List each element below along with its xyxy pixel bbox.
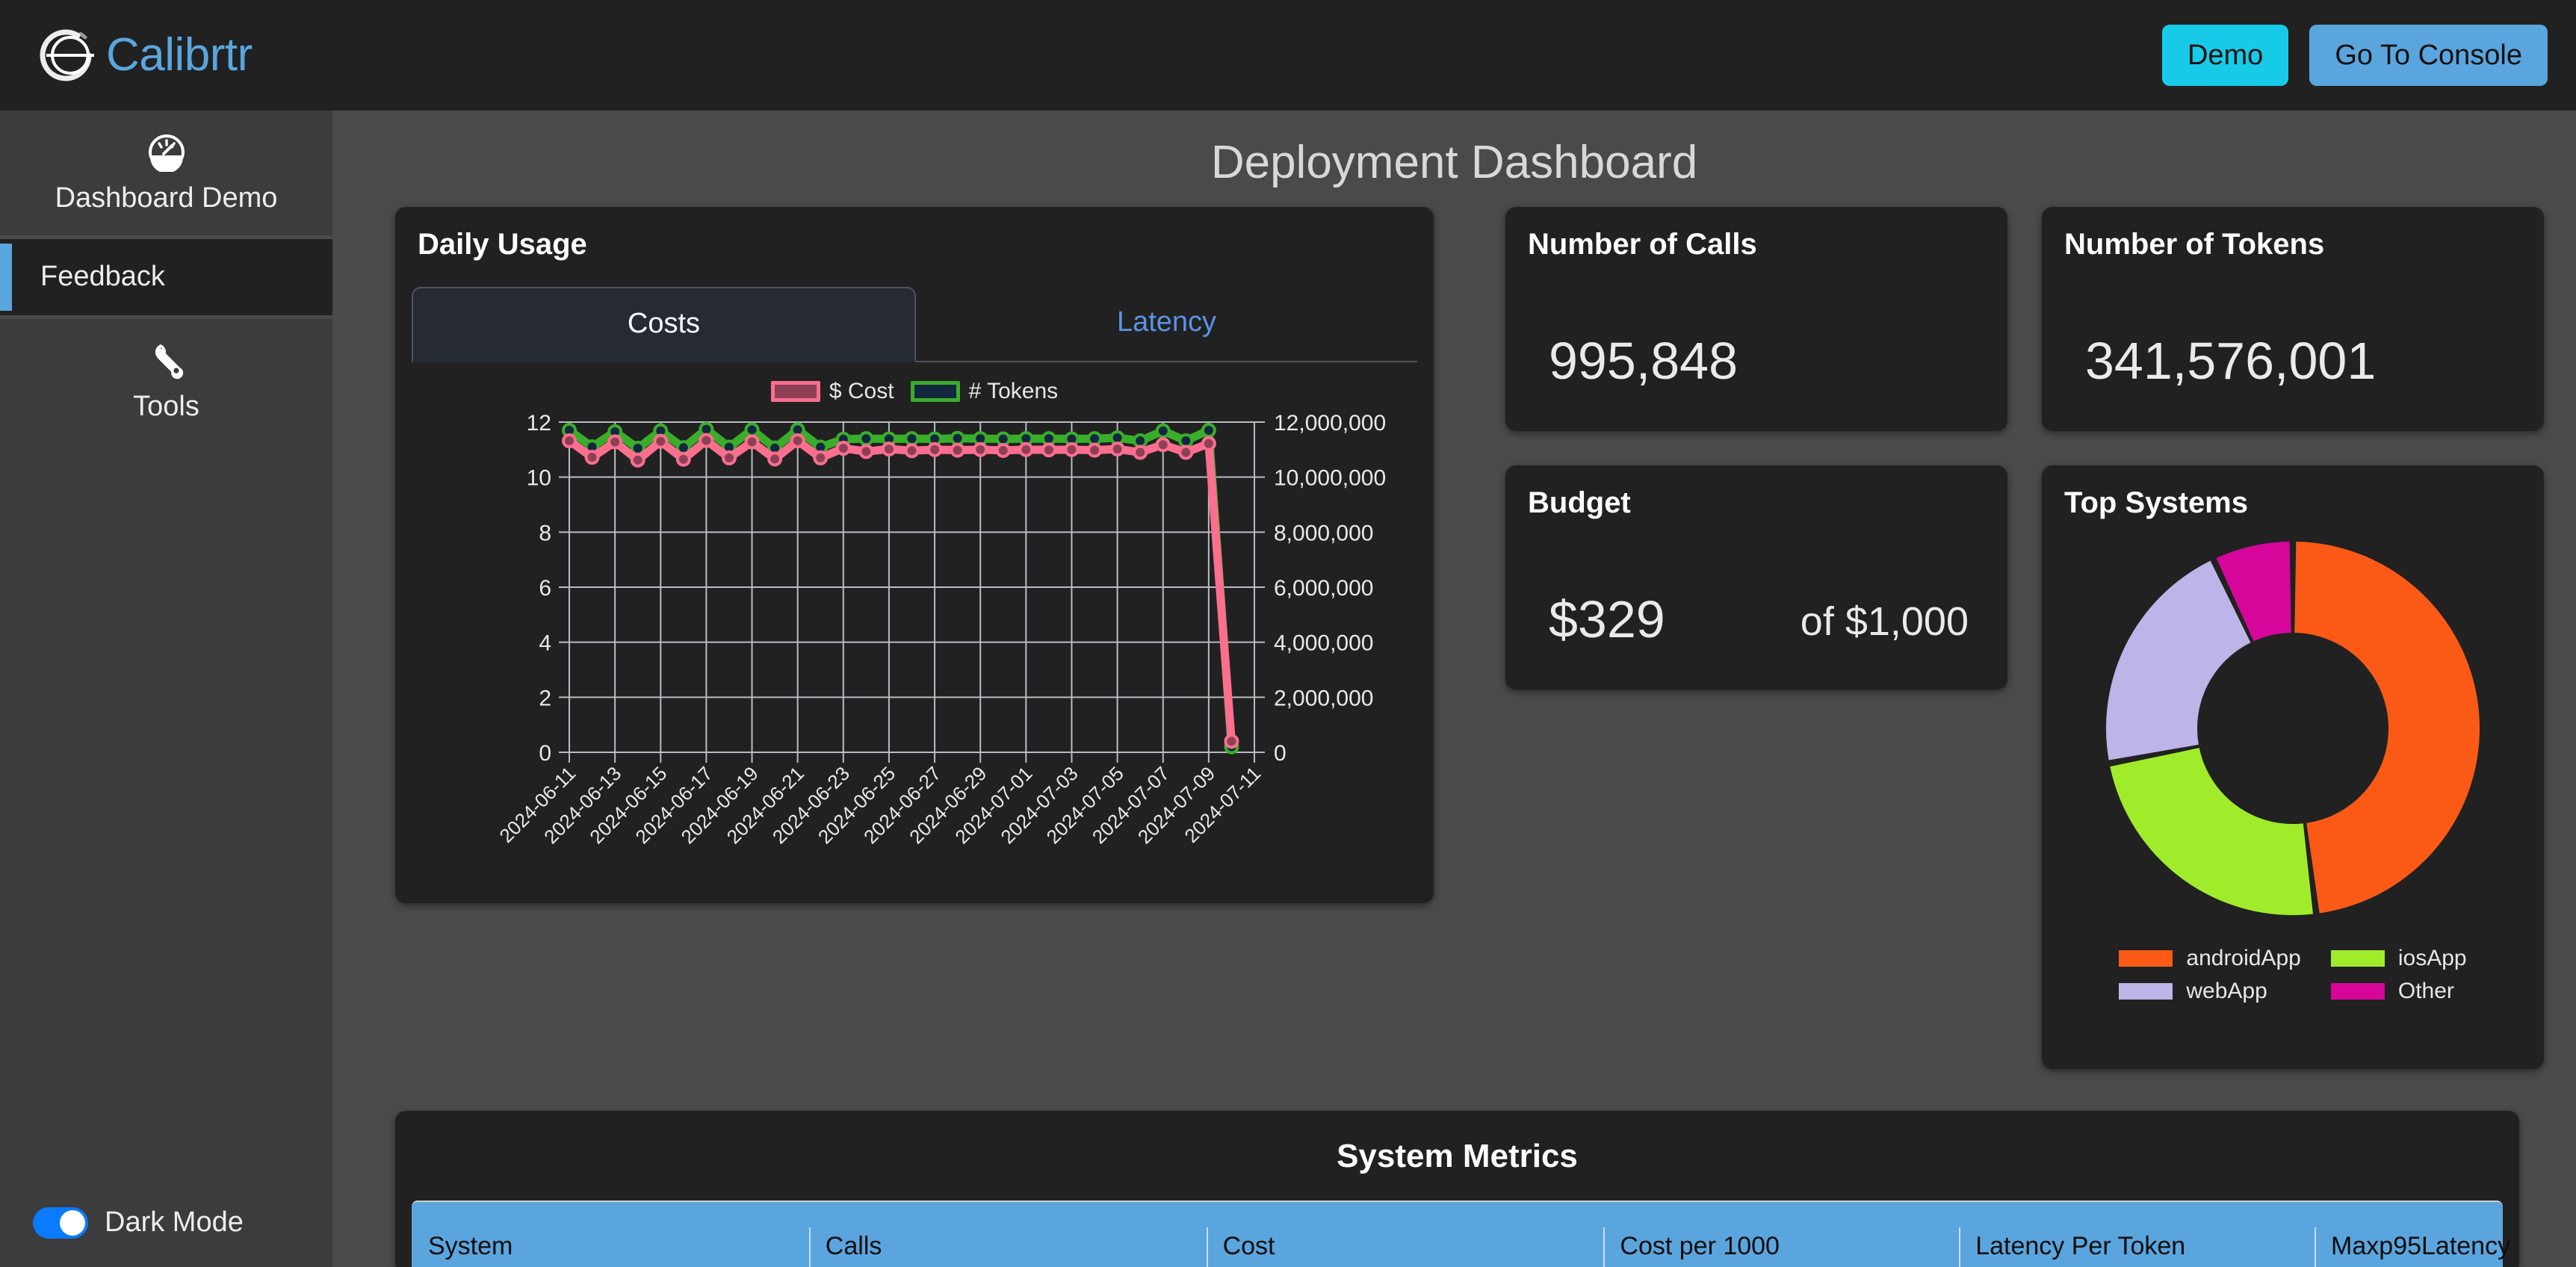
svg-text:10,000,000: 10,000,000 — [1274, 466, 1386, 491]
chart-legend: $ Cost # Tokens — [395, 379, 1434, 404]
sidebar-item-tools[interactable]: Tools — [0, 318, 332, 444]
number-of-tokens-card: Number of Tokens 341,576,001 — [2042, 207, 2544, 431]
donut-slice-iosApp[interactable] — [2110, 748, 2313, 915]
svg-text:0: 0 — [539, 741, 551, 766]
stats-column-left: Number of Calls 995,848 Budget $329 of $… — [1505, 207, 2007, 690]
svg-text:6: 6 — [539, 576, 551, 601]
budget-card: Budget $329 of $1,000 — [1505, 465, 2007, 690]
table-column-header[interactable]: Calls — [808, 1202, 1207, 1267]
svg-text:10: 10 — [527, 466, 551, 491]
legend-item-cost[interactable]: $ Cost — [770, 379, 894, 404]
app-root: Calibrtr Demo Go To Console Dashboard De… — [0, 0, 2576, 1267]
sidebar-item-feedback[interactable]: Feedback — [0, 238, 332, 315]
donut-legend-swatch — [2119, 983, 2173, 1000]
system-metrics-card: System Metrics System Calls Cost Cost per 1… — [395, 1111, 2519, 1267]
svg-text:2,000,000: 2,000,000 — [1274, 686, 1373, 710]
toggle-switch[interactable] — [33, 1206, 88, 1239]
svg-text:4,000,000: 4,000,000 — [1274, 631, 1373, 656]
speedometer-icon — [0, 130, 332, 176]
sidebar: Dashboard Demo Feedback Tools Dark Mode — [0, 111, 332, 1267]
brand[interactable]: Calibrtr — [30, 19, 253, 91]
top-systems-title: Top Systems — [2064, 486, 2248, 519]
brand-name: Calibrtr — [106, 29, 253, 81]
budget-value: $329 — [1549, 590, 1665, 648]
usage-line-chart: 0 0 2 2,000,000 4 4,000,000 6 6,000,000 8 8,000,0… — [495, 411, 1386, 848]
svg-text:12: 12 — [527, 411, 551, 436]
daily-usage-chart: 0 0 2 2,000,000 4 4,000,000 6 6,000,000 8 8,000,0… — [395, 409, 1434, 924]
sidebar-item-label: Feedback — [40, 260, 165, 292]
dashboard-grid: Daily Usage Costs Latency $ Cost # Token… — [332, 207, 2576, 1069]
system-metrics-table-header: System Calls Cost Cost per 1000 Latency Per … — [412, 1201, 2510, 1267]
svg-text:12,000,000: 12,000,000 — [1274, 411, 1386, 436]
donut-legend-label: iosApp — [2397, 946, 2467, 970]
budget-title: Budget — [1528, 486, 1631, 519]
svg-text:4: 4 — [539, 631, 551, 656]
number-of-calls-title: Number of Calls — [1528, 228, 1757, 261]
donut-slice-androidApp[interactable] — [2294, 542, 2480, 914]
usage-tabs: Costs Latency — [412, 287, 1417, 362]
donut-legend-item-androidApp[interactable]: androidApp — [2119, 946, 2301, 971]
donut-legend-item-Other[interactable]: Other — [2330, 979, 2467, 1004]
donut-legend-label: androidApp — [2186, 946, 2301, 970]
svg-text:8,000,000: 8,000,000 — [1274, 521, 1373, 545]
sidebar-item-dashboard-demo[interactable]: Dashboard Demo — [0, 111, 332, 235]
calibrtr-ring-icon — [30, 19, 102, 91]
donut-legend-item-webApp[interactable]: webApp — [2119, 979, 2300, 1004]
svg-text:6,000,000: 6,000,000 — [1274, 576, 1373, 601]
svg-text:2: 2 — [539, 686, 551, 710]
main-content: Deployment Dashboard Daily Usage Costs L… — [332, 111, 2576, 1267]
table-column-header[interactable]: System — [412, 1202, 809, 1267]
top-systems-card: Top Systems androidApp iosApp webApp Other — [2042, 465, 2544, 1069]
donut-slice-webApp[interactable] — [2106, 560, 2251, 760]
donut-legend-swatch — [2119, 950, 2173, 967]
daily-usage-card: Daily Usage Costs Latency $ Cost # Token… — [395, 207, 1434, 903]
tab-latency[interactable]: Latency — [916, 287, 1417, 361]
header-actions: Demo Go To Console — [2161, 25, 2548, 86]
legend-swatch-tokens — [910, 381, 960, 402]
donut-legend-label: webApp — [2186, 979, 2267, 1003]
tab-costs[interactable]: Costs — [412, 287, 916, 362]
table-column-header[interactable]: Latency Per Token — [1959, 1202, 2315, 1267]
table-column-header[interactable]: Maxp95Latency — [2315, 1202, 2510, 1267]
donut-chart — [2106, 542, 2480, 915]
donut-legend: androidApp iosApp webApp Other — [2042, 946, 2544, 1004]
dark-mode-toggle[interactable]: Dark Mode — [33, 1206, 244, 1239]
table-column-header[interactable]: Cost — [1206, 1202, 1604, 1267]
legend-item-tokens[interactable]: # Tokens — [910, 379, 1059, 404]
sidebar-item-label: Tools — [133, 390, 199, 422]
stats-column-right: Number of Tokens 341,576,001 Top Systems… — [2042, 207, 2544, 1069]
budget-limit: of $1,000 — [1800, 599, 1969, 644]
donut-legend-swatch — [2330, 950, 2385, 967]
svg-text:0: 0 — [1274, 741, 1287, 766]
number-of-tokens-title: Number of Tokens — [2064, 228, 2325, 261]
demo-button[interactable]: Demo — [2161, 25, 2289, 86]
page-title: Deployment Dashboard — [1210, 137, 1698, 188]
donut-legend-label: Other — [2397, 979, 2454, 1003]
daily-usage-title: Daily Usage — [418, 228, 587, 261]
donut-legend-swatch — [2330, 983, 2385, 1000]
donut-legend-item-iosApp[interactable]: iosApp — [2330, 946, 2467, 971]
number-of-calls-card: Number of Calls 995,848 — [1505, 207, 2007, 431]
go-to-console-button[interactable]: Go To Console — [2309, 25, 2548, 86]
top-systems-donut — [2042, 530, 2544, 926]
body-row: Dashboard Demo Feedback Tools Dark Mode … — [0, 111, 2576, 1267]
legend-swatch-cost — [770, 381, 820, 402]
sidebar-item-label: Dashboard Demo — [55, 182, 278, 214]
table-column-header[interactable]: Cost per 1000 — [1603, 1202, 1959, 1267]
svg-text:8: 8 — [539, 521, 551, 545]
wrench-icon — [0, 338, 332, 384]
usage-column: Daily Usage Costs Latency $ Cost # Token… — [395, 207, 1434, 903]
legend-label-tokens: # Tokens — [968, 379, 1059, 403]
number-of-calls-value: 995,848 — [1549, 332, 1739, 390]
legend-label-cost: $ Cost — [829, 379, 894, 403]
number-of-tokens-value: 341,576,001 — [2085, 332, 2377, 390]
toggle-knob — [60, 1209, 85, 1236]
app-header: Calibrtr Demo Go To Console — [0, 0, 2576, 111]
dark-mode-label: Dark Mode — [105, 1206, 244, 1238]
system-metrics-title: System Metrics — [1337, 1138, 1578, 1174]
